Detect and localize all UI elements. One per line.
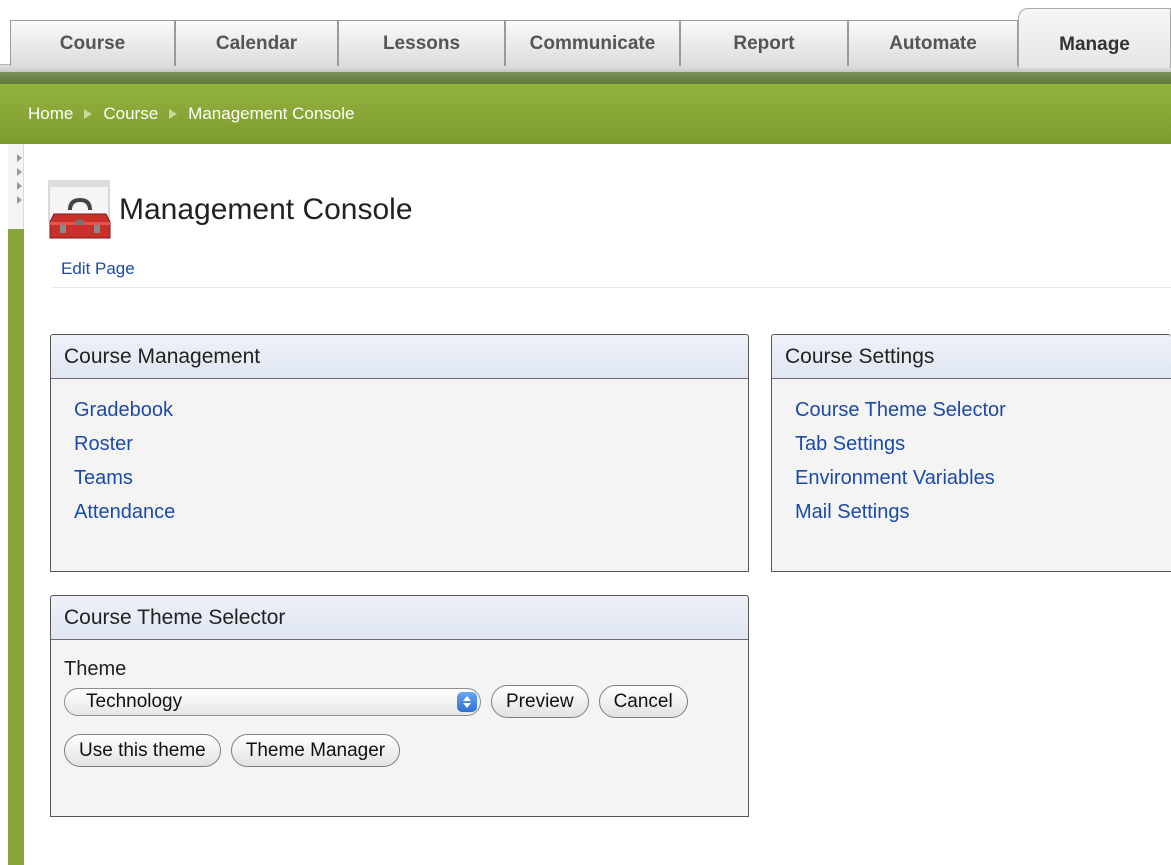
panel-title: Course Theme Selector — [51, 596, 748, 640]
left-sidebar-strip — [8, 144, 24, 865]
breadcrumb: Home Course Management Console — [0, 84, 1171, 144]
gradebook-link[interactable]: Gradebook — [74, 399, 173, 421]
theme-manager-button[interactable]: Theme Manager — [230, 734, 401, 767]
tab-calendar[interactable]: Calendar — [175, 20, 338, 66]
tab-course[interactable]: Course — [10, 20, 175, 66]
list-item: Roster — [74, 427, 725, 461]
list-item: Attendance — [74, 495, 725, 529]
teams-link[interactable]: Teams — [74, 467, 133, 489]
theme-select-value: Technology — [86, 690, 183, 712]
page-title: Management Console — [119, 193, 413, 226]
list-item: Environment Variables — [795, 461, 1148, 495]
theme-selector-panel: Course Theme Selector Theme Technology P… — [50, 595, 749, 817]
list-item: Teams — [74, 461, 725, 495]
theme-field-label: Theme — [64, 658, 127, 680]
breadcrumb-separator-icon — [84, 109, 93, 119]
breadcrumb-separator-icon — [169, 109, 178, 119]
sidebar-toggle[interactable] — [8, 144, 24, 229]
expand-arrow-icon — [17, 154, 22, 162]
main-tab-bar: Course Calendar Lessons Communicate Repo… — [0, 0, 1171, 84]
course-settings-panel: Course Settings Course Theme Selector Ta… — [771, 334, 1171, 572]
tab-report[interactable]: Report — [680, 20, 848, 66]
list-item: Mail Settings — [795, 495, 1148, 529]
list-item: Course Theme Selector — [795, 393, 1148, 427]
expand-arrow-icon — [17, 196, 22, 204]
header-divider — [52, 287, 1171, 288]
cancel-button[interactable]: Cancel — [598, 685, 688, 718]
tab-bar-divider — [0, 72, 1171, 84]
course-settings-links: Course Theme Selector Tab Settings Envir… — [795, 393, 1148, 529]
panel-title: Course Settings — [772, 335, 1171, 379]
expand-arrow-icon — [17, 182, 22, 190]
breadcrumb-course[interactable]: Course — [103, 104, 158, 124]
panel-title: Course Management — [51, 335, 748, 379]
roster-link[interactable]: Roster — [74, 433, 133, 455]
tab-communicate[interactable]: Communicate — [505, 20, 680, 66]
course-theme-selector-link[interactable]: Course Theme Selector — [795, 399, 1006, 421]
list-item: Tab Settings — [795, 427, 1148, 461]
list-item: Gradebook — [74, 393, 725, 427]
toolbox-icon — [48, 180, 112, 242]
preview-button[interactable]: Preview — [491, 685, 589, 718]
environment-variables-link[interactable]: Environment Variables — [795, 467, 995, 489]
attendance-link[interactable]: Attendance — [74, 501, 175, 523]
select-arrows-icon — [457, 691, 477, 712]
tab-settings-link[interactable]: Tab Settings — [795, 433, 905, 455]
breadcrumb-home[interactable]: Home — [28, 104, 73, 124]
expand-arrow-icon — [17, 168, 22, 176]
breadcrumb-management-console[interactable]: Management Console — [188, 104, 354, 124]
edit-page-link[interactable]: Edit Page — [61, 259, 135, 279]
theme-select[interactable]: Technology — [64, 687, 481, 716]
mail-settings-link[interactable]: Mail Settings — [795, 501, 910, 523]
course-management-panel: Course Management Gradebook Roster Teams… — [50, 334, 749, 572]
tab-lessons[interactable]: Lessons — [338, 20, 505, 66]
course-management-links: Gradebook Roster Teams Attendance — [74, 393, 725, 529]
tab-automate[interactable]: Automate — [848, 20, 1018, 66]
use-this-theme-button[interactable]: Use this theme — [64, 734, 221, 767]
tab-manage[interactable]: Manage — [1018, 8, 1171, 68]
